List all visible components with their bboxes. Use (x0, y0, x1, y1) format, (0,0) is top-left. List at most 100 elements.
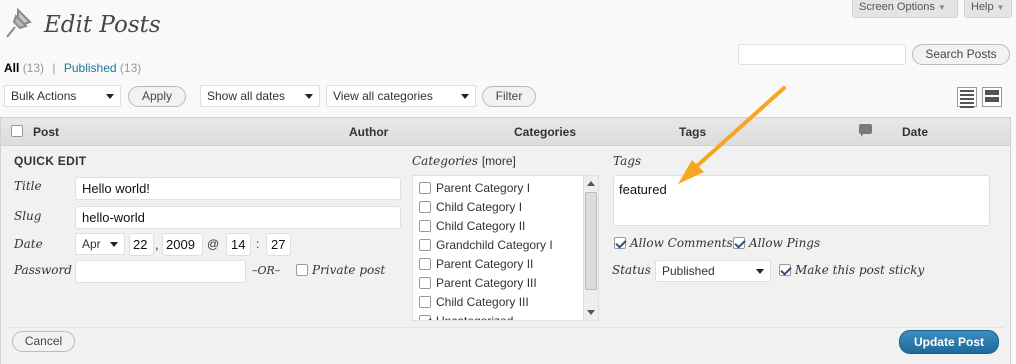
sticky-checkbox[interactable]: Make this post sticky (779, 263, 924, 279)
categories-filter-select[interactable]: View all categories (326, 85, 476, 107)
scroll-up-icon[interactable] (587, 181, 595, 186)
screen-options-label: Screen Options (859, 1, 935, 13)
page-title: Edit Posts (44, 12, 161, 38)
category-checkbox[interactable] (419, 296, 431, 308)
private-post-box[interactable] (296, 264, 308, 276)
slug-label: Slug (14, 209, 42, 223)
category-label: Child Category II (436, 219, 526, 233)
sticky-label: Make this post sticky (795, 263, 925, 277)
list-view-icon[interactable] (957, 87, 977, 108)
status-select[interactable]: Published (655, 260, 771, 282)
date-label: Date (14, 237, 43, 251)
select-all-checkbox[interactable] (11, 125, 23, 137)
categories-filter-value: View all categories (333, 89, 433, 103)
tags-label: Tags (613, 154, 642, 168)
filter-all-link[interactable]: All (4, 61, 19, 75)
date-at: @ (207, 237, 220, 251)
month-select[interactable]: Apr (75, 233, 125, 255)
chevron-down-icon (461, 94, 469, 99)
allow-comments-checkbox[interactable]: Allow Comments (614, 236, 733, 252)
status-value: Published (662, 264, 715, 278)
quick-edit-heading: QUICK EDIT (14, 154, 87, 168)
filter-button[interactable]: Filter (482, 86, 536, 107)
allow-comments-box[interactable] (614, 237, 626, 249)
column-categories: Categories (514, 125, 577, 139)
status-label: Status (612, 263, 651, 277)
year-field[interactable]: 2009 (162, 233, 203, 256)
chevron-down-icon: ▼ (996, 3, 1005, 12)
day-field[interactable]: 22 (129, 233, 154, 256)
chevron-down-icon (106, 94, 114, 99)
private-post-label: Private post (312, 263, 386, 277)
scroll-thumb[interactable] (585, 192, 597, 290)
category-checkbox[interactable] (419, 315, 431, 320)
category-checkbox[interactable] (419, 220, 431, 232)
categories-checklist[interactable]: Parent Category I Child Category I Child C… (412, 175, 599, 321)
dates-value: Show all dates (207, 89, 286, 103)
or-text: –OR– (252, 264, 281, 277)
help-label: Help (971, 1, 994, 13)
apply-button[interactable]: Apply (128, 86, 186, 107)
title-label: Title (14, 179, 42, 193)
category-checkbox[interactable] (419, 258, 431, 270)
date-comma: , (155, 237, 159, 252)
filter-all-count: (13) (22, 61, 45, 75)
pin-icon (4, 6, 36, 42)
dates-select[interactable]: Show all dates (200, 85, 320, 107)
category-label: Parent Category III (436, 276, 537, 290)
search-posts-button[interactable]: Search Posts (912, 44, 1010, 65)
password-field[interactable] (75, 260, 246, 283)
filter-published-count: (13) (119, 61, 142, 75)
categories-heading: Categories [more] (412, 154, 516, 168)
category-label: Parent Category I (436, 181, 531, 195)
category-checkbox[interactable] (419, 277, 431, 289)
bulk-actions-value: Bulk Actions (11, 89, 77, 103)
minute-field[interactable]: 27 (266, 233, 291, 256)
excerpt-view-icon[interactable] (982, 87, 1002, 107)
column-date[interactable]: Date (902, 125, 928, 139)
category-label: Uncategorized (436, 314, 514, 321)
column-post[interactable]: Post (33, 125, 59, 139)
hour-field[interactable]: 14 (226, 233, 251, 256)
allow-comments-label: Allow Comments (630, 236, 733, 250)
chevron-down-icon (305, 94, 313, 99)
status-filter-links: All (13) | Published (13) (4, 61, 141, 75)
category-label: Parent Category II (436, 257, 534, 271)
categories-label: Categories (412, 154, 478, 168)
month-value: Apr (82, 237, 101, 251)
column-author: Author (349, 125, 389, 139)
annotation-arrow-icon (678, 86, 786, 184)
screen-options-tab[interactable]: Screen Options ▼ (852, 0, 958, 18)
category-label: Grandchild Category I (436, 238, 553, 252)
arrow-shaft (686, 86, 786, 176)
quick-edit-footer (8, 327, 1004, 357)
slug-field[interactable]: hello-world (75, 206, 401, 229)
bulk-actions-select[interactable]: Bulk Actions (4, 85, 121, 107)
cancel-button[interactable]: Cancel (12, 331, 75, 352)
category-label: Child Category III (436, 295, 529, 309)
chevron-down-icon: ▼ (937, 3, 946, 12)
filter-published-link[interactable]: Published (64, 61, 117, 75)
category-checkbox[interactable] (419, 239, 431, 251)
categories-scrollbar[interactable] (583, 176, 598, 320)
time-colon: : (256, 237, 260, 251)
comment-icon (859, 124, 872, 137)
allow-pings-box[interactable] (733, 237, 745, 249)
allow-pings-label: Allow Pings (749, 236, 821, 250)
help-tab[interactable]: Help ▼ (964, 0, 1012, 18)
title-field[interactable]: Hello world! (75, 177, 401, 200)
private-post-checkbox[interactable]: Private post (296, 263, 396, 279)
category-checkbox[interactable] (419, 201, 431, 213)
category-label: Child Category I (436, 200, 523, 214)
sticky-box[interactable] (779, 264, 791, 276)
chevron-down-icon (756, 269, 764, 274)
update-post-button[interactable]: Update Post (899, 330, 999, 354)
password-label: Password (14, 263, 72, 277)
allow-pings-checkbox[interactable]: Allow Pings (733, 236, 823, 252)
scroll-down-icon[interactable] (587, 310, 595, 315)
category-checkbox[interactable] (419, 182, 431, 194)
categories-more-link[interactable]: [more] (482, 154, 516, 168)
search-input[interactable] (738, 44, 906, 65)
chevron-down-icon (110, 242, 118, 247)
filter-separator: | (52, 61, 56, 75)
